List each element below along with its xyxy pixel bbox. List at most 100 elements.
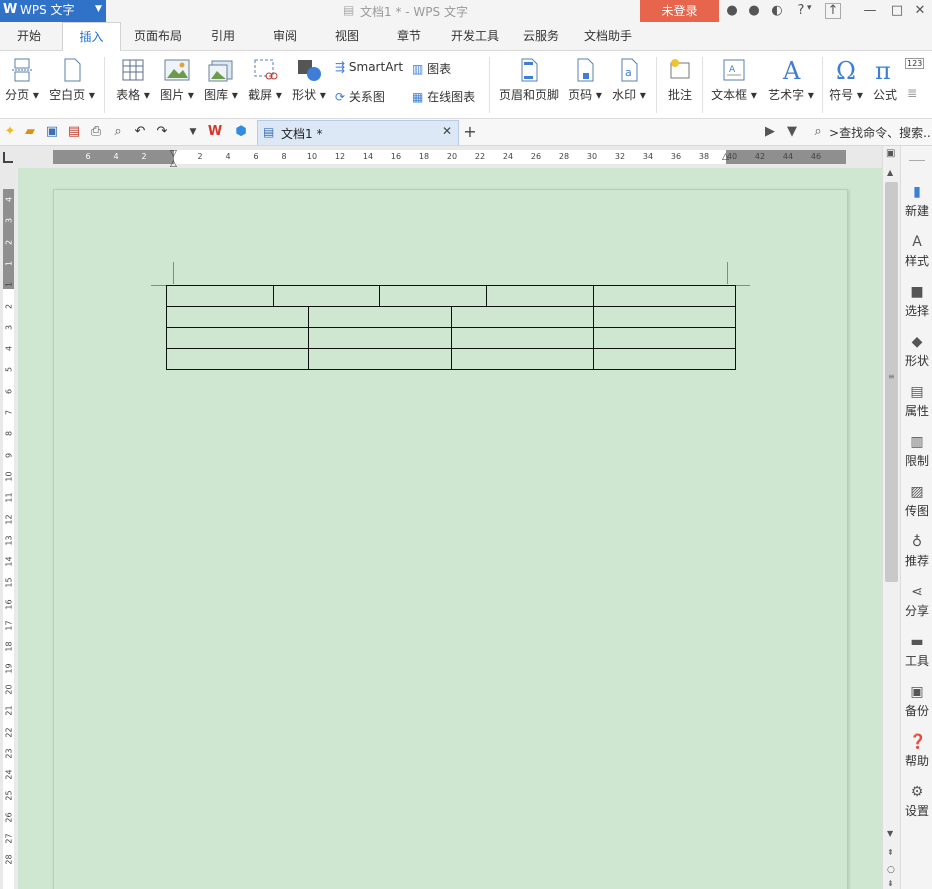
table-cell[interactable] (592, 306, 737, 328)
export-pdf-icon[interactable]: ▤ (66, 124, 82, 140)
upload-icon[interactable]: ↑ (825, 3, 841, 19)
redo-icon[interactable]: ↷ (154, 124, 170, 140)
vertical-ruler[interactable]: 4 3 2 1 1 2 3 4 5 6 7 8 9 10 11 12 13 14 15 16 17 18 19 20 21 22 2… (0, 168, 18, 889)
tab-cloud[interactable]: 云服务 (514, 22, 568, 50)
scroll-up-icon[interactable]: ▲ (887, 168, 893, 177)
cloud-cube-icon[interactable]: ⬢ (233, 124, 249, 140)
new-file-icon[interactable]: ✦ (2, 124, 18, 140)
horizontal-ruler[interactable]: ▽ △ △ 6 4 2 2 4 6 8 10 12 14 16 18 20 22 24 26 28 30 32 34 36… (0, 146, 882, 169)
panel-restrict[interactable]: ▥ 限制 (901, 434, 932, 469)
comment-button[interactable]: 批注 (662, 57, 698, 103)
skin-icon[interactable]: ● (723, 2, 741, 20)
tab-insert[interactable]: 插入 (62, 22, 121, 52)
table-cell[interactable] (165, 348, 310, 370)
table-cell[interactable] (165, 327, 310, 349)
feedback-icon[interactable]: ● (745, 2, 763, 20)
table-cell[interactable] (379, 285, 487, 307)
document-table[interactable] (165, 285, 737, 370)
panel-upload-image[interactable]: ▨ 传图 (901, 484, 932, 519)
vertical-scrollbar[interactable]: ▣ ▲ ≡ ▼ ⇞ ○ ⇟ (882, 146, 900, 889)
table-cell[interactable] (592, 348, 737, 370)
panel-properties[interactable]: ▤ 属性 (901, 384, 932, 419)
tab-section[interactable]: 章节 (382, 22, 436, 50)
table-cell[interactable] (592, 285, 736, 307)
table-cell[interactable] (165, 306, 310, 328)
table-cell[interactable] (592, 327, 737, 349)
wps-home-icon[interactable]: W (207, 124, 223, 140)
chart-button[interactable]: ▥ 图表 (412, 60, 451, 77)
command-search-input[interactable]: >查找命令、搜索... (829, 124, 932, 141)
maximize-icon[interactable]: □ (888, 2, 906, 20)
pin-icon[interactable]: ▼ (784, 124, 800, 140)
table-cell[interactable] (450, 306, 594, 328)
tab-page-layout[interactable]: 页面布局 (126, 22, 190, 50)
relation-chart-button[interactable]: ⟳ 关系图 (335, 88, 385, 105)
login-button[interactable]: 未登录 (640, 0, 719, 22)
print-icon[interactable]: ⎙ (88, 124, 104, 140)
panel-shapes[interactable]: ◆ 形状 (901, 334, 932, 369)
app-menu-button[interactable]: W WPS 文字 ▼ (0, 0, 106, 22)
tab-references[interactable]: 引用 (196, 22, 250, 50)
symbol-button[interactable]: Ω 符号 ▾ (826, 57, 866, 103)
table-cell[interactable] (308, 306, 452, 328)
print-preview-icon[interactable]: ⌕ (110, 124, 126, 140)
panel-select[interactable]: ■ 选择 (901, 284, 932, 319)
save-icon[interactable]: ▣ (44, 124, 60, 140)
header-footer-button[interactable]: 页眉和页脚 (496, 57, 562, 103)
screenshot-button[interactable]: 截屏 ▾ (244, 57, 286, 103)
picture-button[interactable]: 图片 ▾ (157, 57, 197, 103)
online-chart-button[interactable]: ▦ 在线图表 (412, 88, 475, 105)
panel-new[interactable]: ▮ 新建 (901, 184, 932, 219)
tab-doc-assistant[interactable]: 文档助手 (576, 22, 640, 50)
customize-chevron-icon[interactable]: ▼ (185, 124, 201, 140)
tab-review[interactable]: 审阅 (258, 22, 312, 50)
split-view-icon[interactable]: ▣ (886, 148, 895, 159)
next-page-icon[interactable]: ⇟ (887, 879, 894, 888)
screen-icon[interactable]: ▶ (762, 124, 778, 140)
tab-view[interactable]: 视图 (320, 22, 374, 50)
shapes-button[interactable]: 形状 ▾ (288, 57, 330, 103)
wordart-button[interactable]: A 艺术字 ▾ (764, 57, 818, 103)
tab-home[interactable]: 开始 (2, 22, 56, 50)
panel-share[interactable]: ⋖ 分享 (901, 584, 932, 619)
panel-style[interactable]: A 样式 (901, 234, 932, 269)
panel-settings[interactable]: ⚙ 设置 (901, 784, 932, 819)
close-icon[interactable]: ✕ (911, 2, 929, 20)
new-tab-icon[interactable]: + (462, 124, 478, 140)
table-cell[interactable] (450, 348, 594, 370)
smartart-button[interactable]: ⇶ SmartArt (335, 60, 403, 74)
open-folder-icon[interactable]: ▰ (22, 124, 38, 140)
watermark-button[interactable]: a 水印 ▾ (608, 57, 650, 103)
undo-icon[interactable]: ↶ (132, 124, 148, 140)
scroll-thumb[interactable]: ≡ (885, 182, 898, 582)
table-button[interactable]: 表格 ▾ (113, 57, 153, 103)
minimize-icon[interactable]: — (861, 2, 879, 20)
scroll-down-icon[interactable]: ▼ (887, 829, 893, 838)
textbox-button[interactable]: A 文本框 ▾ (708, 57, 760, 103)
tab-document[interactable]: ▤ 文档1 * ✕ (257, 120, 459, 145)
formula-button[interactable]: π 公式 (869, 57, 901, 103)
table-cell[interactable] (308, 327, 452, 349)
page-break-button[interactable]: 分页 ▾ (2, 57, 42, 103)
align-icon[interactable]: ≣ (907, 86, 917, 100)
gallery-button[interactable]: 图库 ▾ (200, 57, 242, 103)
table-cell[interactable] (166, 285, 274, 307)
table-cell[interactable] (485, 285, 594, 307)
document-page[interactable] (53, 189, 848, 889)
panel-help[interactable]: ❓ 帮助 (901, 734, 932, 769)
panel-tools[interactable]: ▬ 工具 (901, 634, 932, 669)
previous-page-icon[interactable]: ⇞ (887, 848, 894, 857)
number-button[interactable]: 123 (905, 58, 925, 69)
tab-developer[interactable]: 开发工具 (442, 22, 508, 50)
table-cell[interactable] (272, 285, 381, 307)
ruler-tick-label: 1 (4, 260, 14, 266)
table-cell[interactable] (308, 348, 452, 370)
browse-object-icon[interactable]: ○ (887, 865, 895, 875)
table-cell[interactable] (450, 327, 594, 349)
blank-page-button[interactable]: 空白页 ▾ (46, 57, 98, 103)
page-number-button[interactable]: 页码 ▾ (564, 57, 606, 103)
panel-backup[interactable]: ▣ 备份 (901, 684, 932, 719)
panel-recommend[interactable]: ♁ 推荐 (901, 534, 932, 569)
close-tab-icon[interactable]: ✕ (442, 124, 452, 138)
bulb-icon[interactable]: ◐ (768, 2, 786, 20)
